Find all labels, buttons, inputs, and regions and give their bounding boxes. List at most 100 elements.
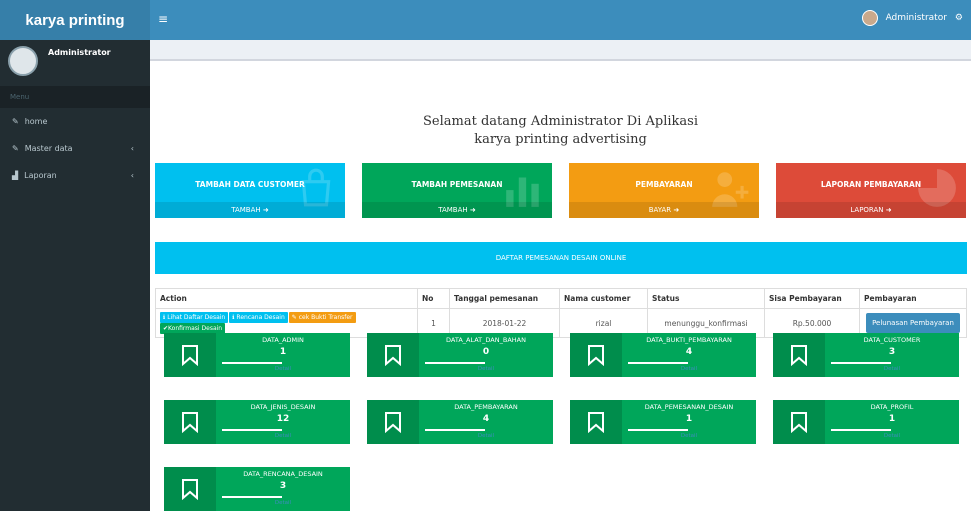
tile-data-pembayaran[interactable]: DATA_PEMBAYARAN 4 Detail (367, 400, 553, 444)
tile-data-profil[interactable]: DATA_PROFIL 1 Detail (773, 400, 959, 444)
tile-count: 12 (276, 414, 290, 424)
tile-detail-link[interactable]: Detail (419, 366, 553, 372)
sidebar-header: Menu (0, 86, 150, 108)
tile-name: DATA_CUSTOMER (863, 336, 921, 344)
tile-count: 4 (685, 347, 693, 357)
welcome-line-1: Selamat datang Administrator Di Aplikasi (423, 114, 698, 129)
tile-detail-link[interactable]: Detail (622, 366, 756, 372)
sidebar-item-label: Laporan (24, 171, 57, 180)
chevron-left-icon: ‹ (130, 144, 134, 153)
tile-count: 3 (888, 347, 896, 357)
column-header: Sisa Pembayaran (764, 288, 860, 309)
table-header-row: Action No Tanggal pemesanan Nama custome… (155, 288, 967, 309)
box-tambah-pemesanan: TAMBAH PEMESANAN TAMBAH ➜ (362, 163, 552, 218)
avatar (861, 10, 878, 26)
tile-data-jenis-desain[interactable]: DATA_JENIS_DESAIN 12 Detail (164, 400, 350, 444)
bookmark-icon (773, 333, 825, 377)
chevron-left-icon: ‹ (130, 171, 134, 180)
sidebar-item-master-data[interactable]: ✎ Master data ‹ (0, 135, 150, 162)
bookmark-icon (773, 400, 825, 444)
lihat-daftar-desain-button[interactable]: ℹ Lihat Daftar Desain (160, 312, 229, 323)
tile-detail-link[interactable]: Detail (825, 366, 959, 372)
arrow-circle-right-icon: ➜ (469, 206, 476, 214)
tile-data-rencana-desain[interactable]: DATA_RENCANA_DESAIN 3 Detail (164, 467, 350, 511)
tile-data-bukti-pembayaran[interactable]: DATA_BUKTI_PEMBAYARAN 4 Detail (570, 333, 756, 377)
tile-count: 0 (482, 347, 490, 357)
bookmark-icon (164, 333, 216, 377)
top-user-menu[interactable]: Administrator ⚙ (861, 10, 963, 26)
tile-name: DATA_RENCANA_DESAIN (243, 470, 323, 478)
tile-name: DATA_PEMESANAN_DESAIN (644, 403, 734, 411)
bookmark-icon (164, 467, 216, 511)
bookmark-icon (570, 400, 622, 444)
tile-progress-bar (831, 429, 891, 431)
tile-progress-bar (425, 362, 485, 364)
box-footer-link[interactable]: TAMBAH ➜ (362, 202, 552, 218)
sidebar-item-laporan[interactable]: ▟ Laporan ‹ (0, 162, 150, 189)
box-footer-link[interactable]: BAYAR ➜ (569, 202, 759, 218)
tile-detail-link[interactable]: Detail (622, 433, 756, 439)
tile-detail-link[interactable]: Detail (419, 433, 553, 439)
gear-icon[interactable]: ⚙ (955, 13, 963, 23)
rencana-desain-button[interactable]: ℹ Rencana Desain (229, 312, 288, 323)
orders-table: Action No Tanggal pemesanan Nama custome… (155, 288, 967, 338)
box-footer-link[interactable]: LAPORAN ➜ (776, 202, 966, 218)
bookmark-icon (367, 333, 419, 377)
tile-detail-link[interactable]: Detail (216, 366, 350, 372)
tile-count: 1 (279, 347, 287, 357)
tile-data-admin[interactable]: DATA_ADMIN 1 Detail (164, 333, 350, 377)
main-panel: Selamat datang Administrator Di Aplikasi… (150, 59, 971, 511)
box-pembayaran: PEMBAYARAN BAYAR ➜ (569, 163, 759, 218)
welcome-line-2: karya printing advertising (474, 131, 647, 147)
tile-name: DATA_ALAT_DAN_BAHAN (446, 336, 526, 344)
tile-data-customer[interactable]: DATA_CUSTOMER 3 Detail (773, 333, 959, 377)
column-header: Nama customer (559, 288, 648, 309)
box-footer-link[interactable]: TAMBAH ➜ (155, 202, 345, 218)
column-header: Pembayaran (859, 288, 967, 309)
bookmark-icon (164, 400, 216, 444)
top-user-name: Administrator (885, 13, 947, 23)
sidebar-user-name: Administrator (48, 48, 111, 57)
bookmark-icon (570, 333, 622, 377)
tile-name: DATA_PEMBAYARAN (454, 403, 518, 411)
box-title: PEMBAYARAN (635, 180, 693, 189)
tile-progress-bar (222, 429, 282, 431)
tile-progress-bar (628, 429, 688, 431)
hamburger-icon[interactable]: ≡ (158, 12, 168, 26)
tile-detail-link[interactable]: Detail (825, 433, 959, 439)
box-title: TAMBAH PEMESANAN (411, 180, 503, 189)
bookmark-icon (367, 400, 419, 444)
tile-data-pemesanan-desain[interactable]: DATA_PEMESANAN_DESAIN 1 Detail (570, 400, 756, 444)
arrow-circle-right-icon: ➜ (262, 206, 269, 214)
arrow-circle-right-icon: ➜ (673, 206, 680, 214)
content-wrapper: Selamat datang Administrator Di Aplikasi… (150, 40, 971, 511)
tile-progress-bar (425, 429, 485, 431)
tile-count: 4 (482, 414, 490, 424)
tile-detail-link[interactable]: Detail (216, 500, 350, 506)
tile-progress-bar (628, 362, 688, 364)
tile-data-alat-dan-bahan[interactable]: DATA_ALAT_DAN_BAHAN 0 Detail (367, 333, 553, 377)
tile-progress-bar (831, 362, 891, 364)
sidebar-item-label: Master data (24, 144, 73, 153)
sidebar-user-panel: Administrator (0, 40, 150, 80)
arrow-circle-right-icon: ➜ (885, 206, 892, 214)
sidebar-item-home[interactable]: ✎ home (0, 108, 150, 135)
tile-progress-bar (222, 496, 282, 498)
column-header: Status (647, 288, 765, 309)
column-header: No (417, 288, 450, 309)
pelunasan-button[interactable]: Pelunasan Pembayaran (866, 313, 960, 333)
box-title: TAMBAH DATA CUSTOMER (195, 180, 305, 189)
app-logo[interactable]: karya printing (0, 0, 150, 40)
box-title: LAPORAN PEMBAYARAN (820, 180, 922, 189)
welcome-message: Selamat datang Administrator Di Aplikasi… (150, 113, 971, 148)
cek-bukti-transfer-button[interactable]: ✎ cek Bukti Transfer (288, 312, 356, 323)
tile-name: DATA_ADMIN (262, 336, 304, 344)
edit-icon: ✎ (12, 117, 19, 126)
tile-name: DATA_PROFIL (870, 403, 914, 411)
bar-chart-icon: ▟ (12, 171, 19, 180)
box-tambah-customer: TAMBAH DATA CUSTOMER TAMBAH ➜ (155, 163, 345, 218)
tile-count: 3 (279, 481, 287, 491)
avatar (8, 46, 38, 76)
tile-name: DATA_BUKTI_PEMBAYARAN (646, 336, 732, 344)
tile-detail-link[interactable]: Detail (216, 433, 350, 439)
